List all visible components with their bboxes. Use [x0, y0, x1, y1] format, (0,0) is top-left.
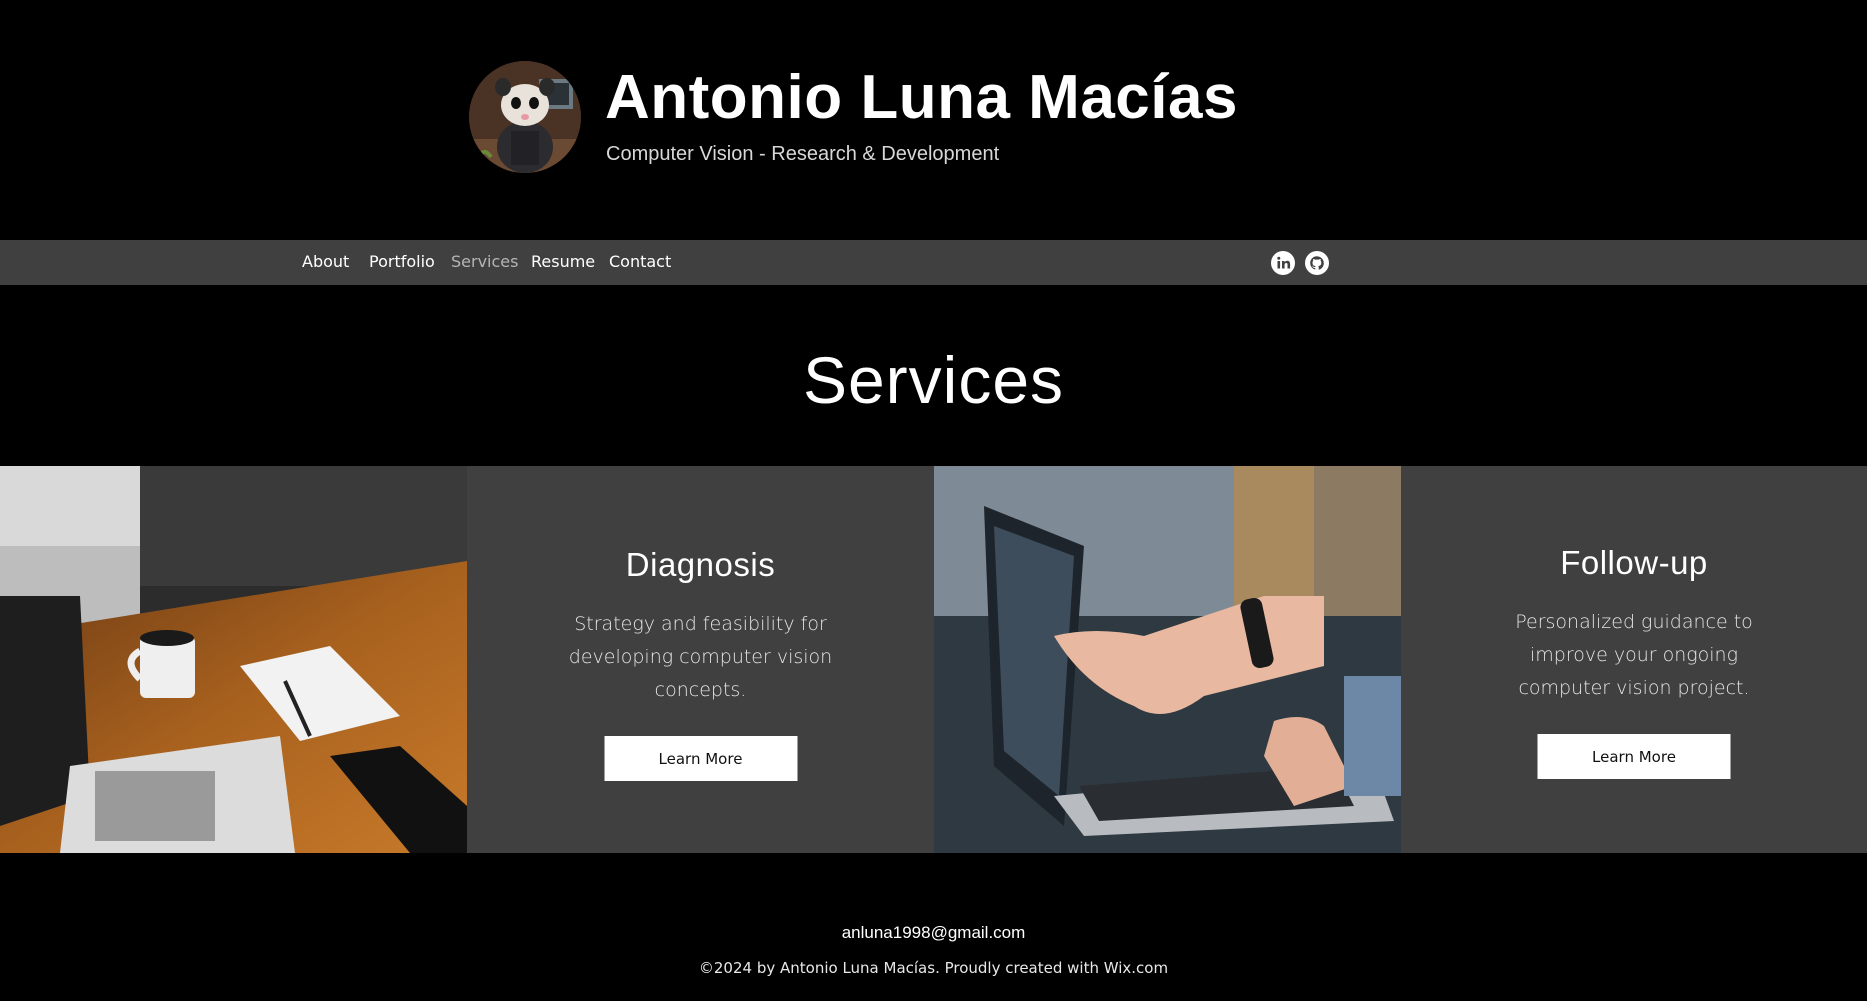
page-title: Services [802, 343, 1065, 417]
service-title: Diagnosis [625, 546, 776, 583]
site-title[interactable]: Antonio Luna Macías [605, 62, 1238, 133]
service-card-follow-up: Follow-up Personalized guidance to impro… [1401, 466, 1867, 853]
learn-more-button[interactable]: Learn More [1537, 734, 1731, 779]
laptop-pointing-hands-photo [934, 466, 1401, 853]
main-nav: About Portfolio Services Resume Contact [0, 240, 1867, 285]
learn-more-button[interactable]: Learn More [604, 736, 797, 781]
footer-email-link[interactable]: anluna1998@gmail.com [0, 923, 1867, 943]
service-description: Personalized guidance to improve your on… [1515, 611, 1753, 699]
linkedin-icon[interactable] [1271, 251, 1295, 275]
site-header: Antonio Luna Macías Computer Vision - Re… [0, 0, 1867, 240]
nav-item-portfolio[interactable]: Portfolio [369, 252, 435, 271]
nav-item-about[interactable]: About [302, 252, 349, 271]
service-title: Follow-up [1560, 544, 1708, 581]
service-description: Strategy and feasibility for developing … [568, 613, 833, 701]
github-icon[interactable] [1305, 251, 1329, 275]
desk-laptop-coffee-photo [0, 466, 467, 853]
service-card-diagnosis: Diagnosis Strategy and feasibility for d… [467, 466, 934, 853]
nav-item-resume[interactable]: Resume [531, 252, 595, 271]
footer-copyright: ©2024 by Antonio Luna Macías. Proudly cr… [698, 959, 1169, 977]
site-tagline: Computer Vision - Research & Development [606, 143, 1000, 165]
opossum-avatar[interactable] [469, 61, 581, 173]
nav-item-contact[interactable]: Contact [609, 252, 671, 271]
nav-item-services[interactable]: Services [451, 252, 518, 271]
